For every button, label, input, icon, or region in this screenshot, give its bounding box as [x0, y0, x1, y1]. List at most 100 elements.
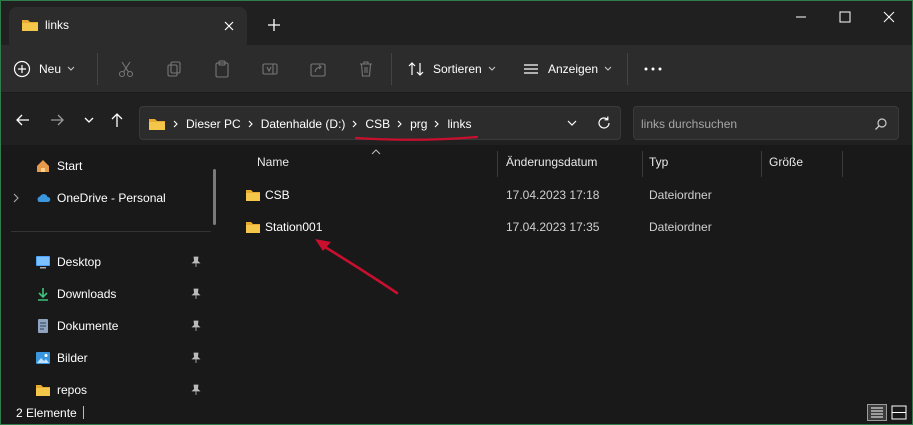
chevron-down-icon — [604, 66, 612, 72]
status-bar: 2 Elemente — [1, 401, 912, 424]
toolbar-divider — [391, 53, 392, 85]
tab-links[interactable]: links — [9, 7, 247, 45]
sidebar-item-downloads[interactable]: Downloads — [1, 280, 213, 308]
close-tab-icon[interactable] — [221, 18, 237, 34]
chevron-right-icon — [173, 120, 179, 128]
tiles-view-icon[interactable] — [889, 404, 909, 421]
sidebar-item-label: OneDrive - Personal — [57, 191, 166, 205]
chevron-down-icon — [488, 66, 496, 72]
column-divider[interactable] — [842, 151, 843, 177]
sort-button[interactable]: Sortieren — [407, 53, 496, 85]
explorer-window: links Neu Sortieren Anzeigen Dieser PC D… — [0, 0, 913, 425]
chevron-down-icon — [67, 66, 75, 72]
sidebar-item-desktop[interactable]: Desktop — [1, 248, 213, 276]
sort-label: Sortieren — [433, 62, 482, 76]
address-bar[interactable]: Dieser PC Datenhalde (D:) CSB prg links — [139, 106, 621, 140]
chevron-down-icon[interactable] — [79, 111, 99, 129]
sidebar-item-label: repos — [57, 383, 88, 397]
paste-icon[interactable] — [213, 53, 231, 85]
plus-circle-icon — [13, 60, 31, 78]
search-placeholder: links durchsuchen — [641, 117, 738, 131]
refresh-icon[interactable] — [596, 115, 612, 131]
new-button[interactable]: Neu — [13, 53, 75, 85]
title-bar: links — [1, 1, 912, 45]
folder-icon — [148, 116, 166, 132]
share-icon[interactable] — [309, 53, 327, 85]
file-type: Dateiordner — [649, 220, 712, 234]
navigation-pane: Start OneDrive - Personal Desktop Downlo… — [1, 147, 223, 401]
maximize-icon[interactable] — [827, 7, 863, 27]
sidebar-item-pictures[interactable]: Bilder — [1, 344, 213, 372]
file-date: 17.04.2023 17:18 — [506, 188, 600, 202]
desktop-icon — [35, 254, 51, 270]
breadcrumb-item[interactable]: Dieser PC — [186, 117, 241, 131]
folder-icon — [21, 17, 39, 33]
back-icon[interactable] — [13, 111, 33, 129]
chevron-right-icon — [397, 120, 403, 128]
breadcrumb-item[interactable]: Datenhalde (D:) — [261, 117, 346, 131]
item-count: 2 Elemente — [16, 406, 77, 420]
pin-icon — [191, 256, 201, 268]
file-date: 17.04.2023 17:35 — [506, 220, 600, 234]
breadcrumb: Dieser PC Datenhalde (D:) CSB prg links — [148, 115, 471, 132]
folder-icon — [35, 382, 51, 398]
picture-icon — [35, 350, 51, 366]
column-header-name[interactable]: Name — [257, 155, 289, 169]
column-header-type[interactable]: Typ — [649, 155, 668, 169]
more-icon[interactable] — [643, 53, 663, 85]
breadcrumb-item[interactable]: CSB — [365, 117, 390, 131]
column-header-date[interactable]: Änderungsdatum — [506, 155, 597, 169]
breadcrumb-item[interactable]: prg — [410, 117, 427, 131]
sidebar-scrollbar[interactable] — [213, 169, 216, 225]
pin-icon — [191, 320, 201, 332]
breadcrumb-item[interactable]: links — [447, 117, 471, 131]
pin-icon — [191, 384, 201, 396]
sidebar-item-start[interactable]: Start — [1, 152, 213, 180]
sidebar-item-label: Bilder — [57, 351, 88, 365]
sort-ascending-icon — [371, 149, 381, 155]
up-icon[interactable] — [107, 111, 127, 129]
chevron-down-icon[interactable] — [566, 117, 578, 129]
sidebar-item-label: Start — [57, 159, 83, 173]
home-icon — [35, 158, 51, 174]
forward-icon[interactable] — [47, 111, 67, 129]
chevron-right-icon — [248, 120, 254, 128]
view-label: Anzeigen — [548, 62, 599, 76]
column-divider[interactable] — [761, 151, 762, 177]
table-row[interactable]: CSB 17.04.2023 17:18 Dateiordner — [237, 181, 897, 209]
file-name: CSB — [265, 188, 290, 202]
file-type: Dateiordner — [649, 188, 712, 202]
rename-icon[interactable] — [261, 53, 279, 85]
delete-icon[interactable] — [357, 53, 375, 85]
view-button[interactable]: Anzeigen — [522, 53, 612, 85]
document-icon — [35, 318, 51, 334]
column-divider[interactable] — [497, 151, 498, 177]
download-icon — [35, 286, 51, 302]
chevron-right-icon[interactable] — [13, 193, 19, 203]
sidebar-item-label: Desktop — [57, 255, 102, 269]
sidebar-item-label: Downloads — [57, 287, 117, 301]
copy-icon[interactable] — [165, 53, 183, 85]
close-icon[interactable] — [871, 7, 907, 27]
view-icon — [522, 60, 540, 78]
new-tab-icon[interactable] — [265, 16, 283, 34]
search-icon[interactable] — [874, 117, 888, 131]
search-input[interactable]: links durchsuchen — [633, 106, 899, 140]
sidebar-divider — [11, 231, 211, 232]
column-divider[interactable] — [642, 151, 643, 177]
command-bar: Neu Sortieren Anzeigen — [1, 45, 912, 93]
minimize-icon[interactable] — [783, 7, 819, 27]
new-label: Neu — [39, 62, 62, 76]
status-divider — [83, 406, 84, 419]
sidebar-item-documents[interactable]: Dokumente — [1, 312, 213, 340]
cut-icon[interactable] — [117, 53, 135, 85]
toolbar-divider — [627, 53, 628, 85]
folder-icon — [245, 219, 261, 235]
sort-icon — [407, 60, 425, 78]
chevron-right-icon — [352, 120, 358, 128]
table-row[interactable]: Station001 17.04.2023 17:35 Dateiordner — [237, 213, 897, 241]
column-header-size[interactable]: Größe — [769, 155, 803, 169]
sidebar-item-repos[interactable]: repos — [1, 376, 213, 404]
details-view-icon[interactable] — [867, 404, 887, 421]
sidebar-item-onedrive[interactable]: OneDrive - Personal — [1, 184, 213, 212]
